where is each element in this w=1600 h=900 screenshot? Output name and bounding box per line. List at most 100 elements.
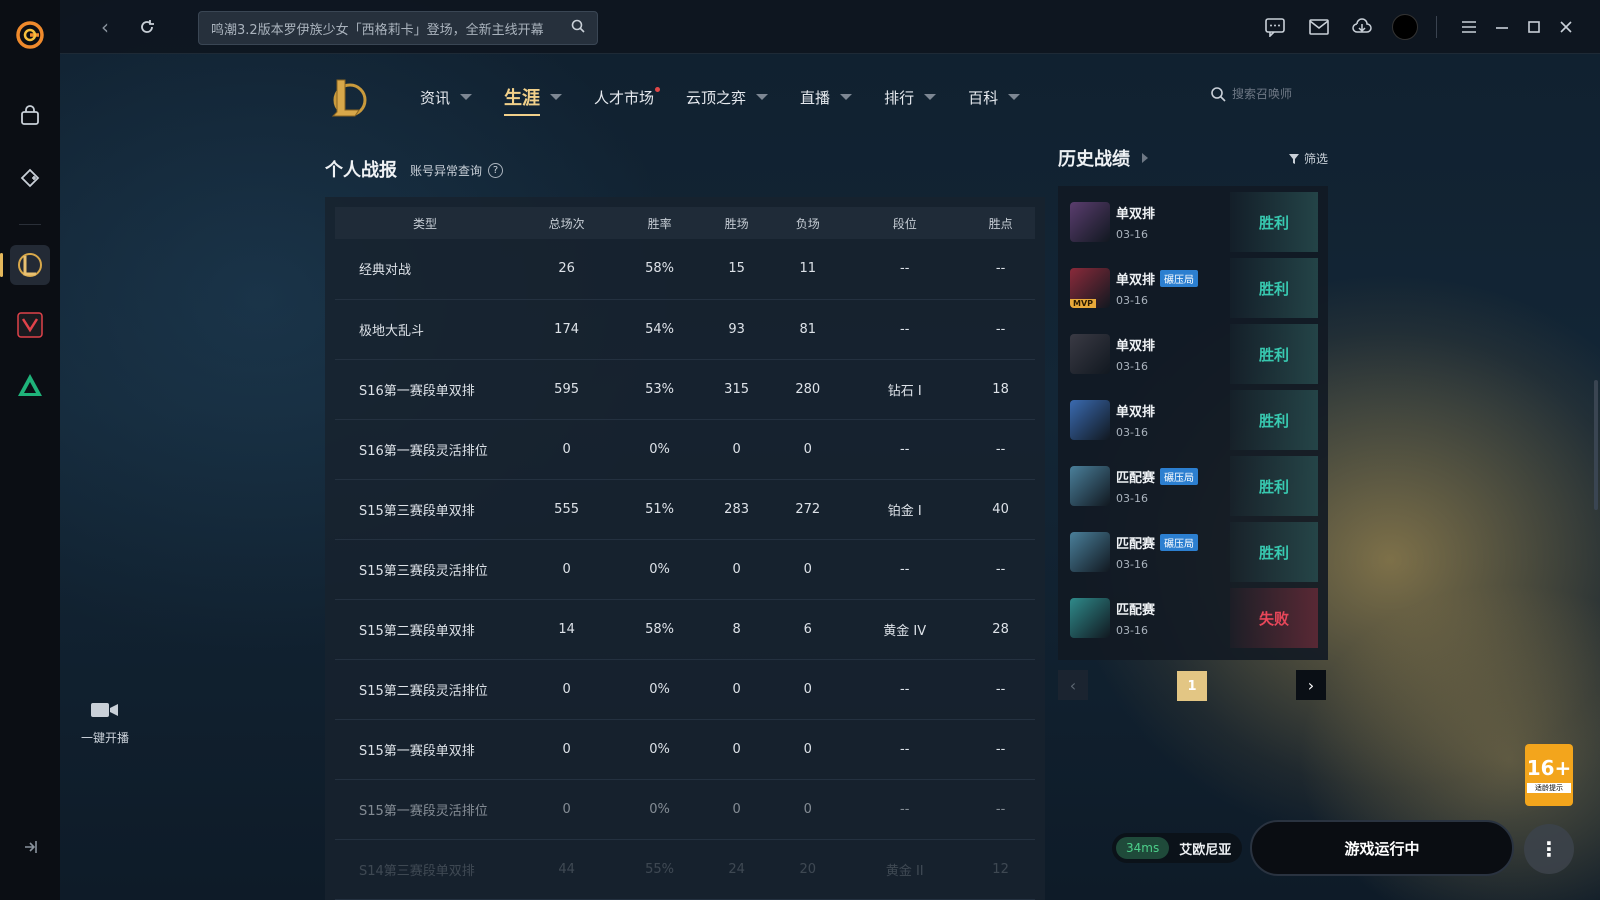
nav-news[interactable]: 资讯 [420,87,473,108]
table-row[interactable]: S16第一赛段单双排 595 53% 315 280 钻石 I 18 [335,359,1035,420]
collapse-rail-icon[interactable] [21,838,39,860]
nav-talent-label: 人才市场 [594,88,655,107]
cell-type: S14第三赛段单双排 [335,839,515,900]
champion-portrait: MVP [1070,268,1110,308]
maximize-icon[interactable] [1521,14,1547,40]
nav-career[interactable]: 生涯 [504,84,563,116]
refresh-icon[interactable] [134,14,160,40]
minimize-icon[interactable] [1489,14,1515,40]
table-row[interactable]: S15第三赛段灵活排位 0 0% 0 0 -- -- [335,539,1035,600]
pager-page-current[interactable]: 1 [1177,671,1207,701]
lol-logo-icon[interactable] [327,74,369,122]
match-mode: 匹配赛 [1116,471,1156,486]
scrollbar[interactable] [1594,380,1598,510]
rail-game-valorant[interactable] [10,305,50,345]
cell-type: S15第一赛段单双排 [335,719,515,780]
download-icon[interactable] [1349,14,1375,40]
pager-prev-button[interactable]: ‹ [1058,670,1088,700]
app-logo-icon[interactable] [15,20,45,50]
table-row[interactable]: S15第二赛段单双排 14 58% 8 6 黄金 IV 28 [335,599,1035,660]
match-info: 单双排 03-16 [1116,203,1155,241]
nav-wiki[interactable]: 百科 [968,87,1021,108]
rail-divider [19,224,41,225]
match-item[interactable]: 单双排 03-16 胜利 [1064,324,1318,384]
mail-icon[interactable] [1306,14,1332,40]
nav-tft-label: 云顶之弈 [686,88,747,107]
cell-rank: -- [843,299,967,360]
chevron-right-icon [1142,153,1148,163]
stomp-tag: 碾压局 [1160,270,1199,287]
close-icon[interactable] [1553,14,1579,40]
match-item[interactable]: 匹配赛 碾压局 03-16 胜利 [1064,522,1318,582]
table-row[interactable]: S15第一赛段单双排 0 0% 0 0 -- -- [335,719,1035,780]
server-status[interactable]: 34ms 艾欧尼亚 [1112,833,1242,863]
table-row[interactable]: 经典对战 26 58% 15 11 -- -- [335,239,1035,300]
match-item[interactable]: 单双排 03-16 胜利 [1064,192,1318,252]
match-date: 03-16 [1116,228,1148,241]
cell-total: 0 [515,419,619,480]
store-bag-icon[interactable] [10,96,50,136]
table-row[interactable]: S16第一赛段灵活排位 0 0% 0 0 -- -- [335,419,1035,480]
cell-total: 595 [515,359,619,420]
match-info: 单双排 碾压局 03-16 [1116,269,1199,307]
filter-button[interactable]: 筛选 [1288,150,1328,167]
cell-type: S15第三赛段单双排 [335,479,515,540]
rail-game-tft[interactable] [10,365,50,405]
cell-losses: 0 [772,539,844,600]
cell-lp: -- [966,659,1035,720]
match-item[interactable]: 单双排 03-16 胜利 [1064,390,1318,450]
nav-wiki-label: 百科 [968,88,999,107]
match-item[interactable]: 匹配赛 碾压局 03-16 胜利 [1064,456,1318,516]
cell-wins: 0 [701,659,773,720]
match-item[interactable]: 匹配赛 03-16 失败 [1064,588,1318,648]
nav-tft[interactable]: 云顶之弈 [686,87,769,108]
table-row[interactable]: 极地大乱斗 174 54% 93 81 -- -- [335,299,1035,360]
nav-live[interactable]: 直播 [800,87,853,108]
back-icon[interactable]: ‹ [92,14,118,40]
pager-next-button[interactable]: › [1296,670,1326,700]
titlebar-divider [1436,16,1437,38]
rail-game-lol[interactable] [0,245,50,285]
match-info: 匹配赛 03-16 [1116,599,1155,637]
go-live-button[interactable]: 一键开播 [70,700,140,746]
summoner-search-input[interactable]: 搜索召唤师 [1210,85,1292,102]
nav-ranking[interactable]: 排行 [884,87,937,108]
search-icon[interactable] [571,19,585,37]
table-row[interactable]: S15第三赛段单双排 555 51% 283 272 铂金 I 40 [335,479,1035,540]
menu-icon[interactable] [1456,14,1482,40]
match-result: 胜利 [1230,390,1318,450]
account-anomaly-link[interactable]: 账号异常查询 ? [410,162,504,179]
nav-talent-market[interactable]: 人才市场 [594,86,661,108]
cell-rank: 黄金 IV [843,599,967,660]
game-running-button[interactable]: 游戏运行中 [1250,820,1514,876]
table-row[interactable]: S14第三赛段单双排 44 55% 24 20 黄金 II 12 [335,839,1035,900]
gamepad-icon[interactable] [10,158,50,198]
cell-winrate: 0% [618,659,702,720]
nav-ranking-label: 排行 [884,88,915,107]
table-row[interactable]: S15第一赛段灵活排位 0 0% 0 0 -- -- [335,779,1035,840]
cell-type: S15第一赛段灵活排位 [335,779,515,840]
cell-type: S16第一赛段灵活排位 [335,419,515,480]
cell-rank: -- [843,239,967,300]
top-search-input[interactable]: 鸣潮3.2版本罗伊族少女「西格莉卡」登场，全新主线开幕 [198,11,598,45]
chat-icon[interactable] [1262,14,1288,40]
match-item[interactable]: MVP 单双排 碾压局 03-16 胜利 [1064,258,1318,318]
table-row[interactable]: S15第二赛段灵活排位 0 0% 0 0 -- -- [335,659,1035,720]
help-icon[interactable]: ? [488,163,504,178]
match-mode-row: 单双排 [1116,401,1155,420]
nav-news-label: 资讯 [420,88,451,107]
match-history-title[interactable]: 历史战绩 [1058,145,1148,171]
match-info: 单双排 03-16 [1116,335,1155,373]
more-options-icon[interactable]: ⋮ [1524,824,1574,874]
cell-wins: 8 [701,599,773,660]
age-rating-sub: 适龄提示 [1527,783,1571,793]
cell-type: S15第三赛段灵活排位 [335,539,515,600]
chevron-down-icon [550,94,563,100]
match-mode: 匹配赛 [1116,537,1156,552]
game-nav: 资讯 生涯 人才市场 云顶之弈 直播 排行 百科 [420,84,1052,116]
cell-lp: -- [966,299,1035,360]
match-mode-row: 单双排 [1116,335,1155,354]
cell-total: 174 [515,299,619,360]
user-avatar[interactable] [1392,14,1418,40]
camera-icon [91,703,118,717]
